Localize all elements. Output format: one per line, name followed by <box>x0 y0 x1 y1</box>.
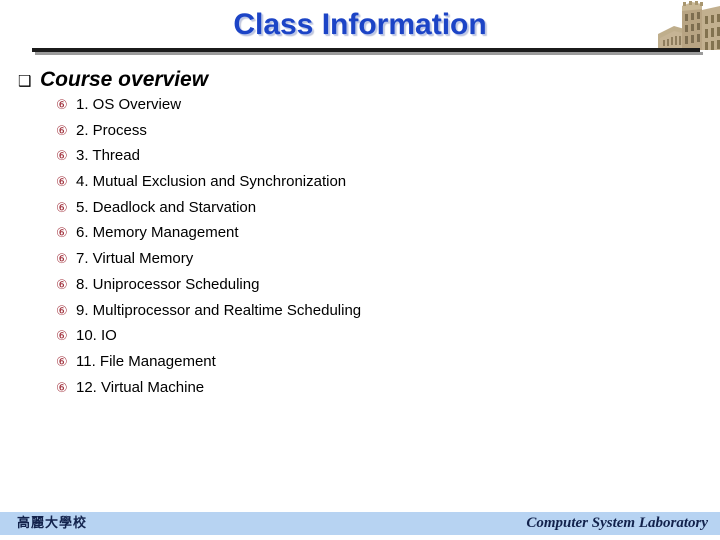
list-item-label: 10. IO <box>76 327 117 345</box>
circled-six-bullet-icon: ⑥ <box>56 98 68 113</box>
list-item: ⑥ 8. Uniprocessor Scheduling <box>0 276 720 302</box>
list-item: ⑥ 4. Mutual Exclusion and Synchronizatio… <box>0 173 720 199</box>
list-item: ⑥ 12. Virtual Machine <box>0 379 720 405</box>
list-item: ⑥ 11. File Management <box>0 353 720 379</box>
list-item: ⑥ 6. Memory Management <box>0 224 720 250</box>
list-item-label: 4. Mutual Exclusion and Synchronization <box>76 173 347 191</box>
list-item: ⑥ 10. IO <box>0 327 720 353</box>
title-rule-shadow <box>35 52 703 55</box>
circled-six-bullet-icon: ⑥ <box>56 175 68 191</box>
list-item-label: 9. Multiprocessor and Realtime Schedulin… <box>76 301 362 319</box>
slide-body: ❑ Course overview ⑥ 1. OS Overview ⑥ 2. … <box>0 68 720 404</box>
list-item: ⑥ 5. Deadlock and Starvation <box>0 199 720 225</box>
list-item-label: 6. Memory Management <box>76 224 239 242</box>
circled-six-bullet-icon: ⑥ <box>56 123 68 139</box>
list-item: ⑥ 9. Multiprocessor and Realtime Schedul… <box>0 302 720 328</box>
list-item: ⑥ 7. Virtual Memory <box>0 250 720 276</box>
circled-six-bullet-icon: ⑥ <box>56 200 68 216</box>
title-rule <box>32 48 700 52</box>
list-item-label: 3. Thread <box>76 147 140 165</box>
list-item-label: 5. Deadlock and Starvation <box>76 198 257 216</box>
section-heading-label: Course overview <box>40 68 209 91</box>
course-topic-list: ⑥ 1. OS Overview ⑥ 2. Process ⑥ 3. Threa… <box>0 96 720 404</box>
footer-university-name: 高麗大學校 <box>17 516 88 531</box>
list-item: ⑥ 1. OS Overview <box>0 96 720 122</box>
slide-title: Class Information <box>233 8 487 41</box>
footer-lab-name: Computer System Laboratory <box>526 515 708 531</box>
list-item-label: 1. OS Overview <box>76 96 182 113</box>
circled-six-bullet-icon: ⑥ <box>56 329 68 345</box>
circled-six-bullet-icon: ⑥ <box>56 149 68 165</box>
list-item-label: 8. Uniprocessor Scheduling <box>76 275 260 293</box>
circled-six-bullet-icon: ⑥ <box>56 277 68 293</box>
circled-six-bullet-icon: ⑥ <box>56 252 68 268</box>
list-item-label: 11. File Management <box>76 352 216 370</box>
square-bullet-icon: ❑ <box>18 72 32 90</box>
circled-six-bullet-icon: ⑥ <box>56 303 68 319</box>
circled-six-bullet-icon: ⑥ <box>56 354 68 370</box>
korea-university-building-photo <box>658 0 720 50</box>
circled-six-bullet-icon: ⑥ <box>56 226 68 242</box>
list-item-label: 2. Process <box>76 121 147 139</box>
list-item-label: 12. Virtual Machine <box>76 378 205 396</box>
list-item-label: 7. Virtual Memory <box>76 250 194 268</box>
circled-six-bullet-icon: ⑥ <box>56 380 68 396</box>
section-heading-course-overview: ❑ Course overview <box>0 68 720 92</box>
list-item: ⑥ 3. Thread <box>0 147 720 173</box>
list-item: ⑥ 2. Process <box>0 122 720 148</box>
